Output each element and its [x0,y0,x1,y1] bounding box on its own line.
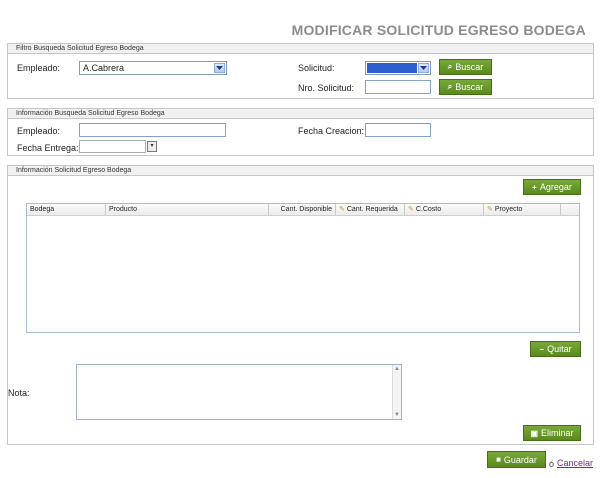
col-cant-disponible[interactable]: Cant. Disponible [269,204,336,215]
nro-solicitud-input[interactable] [365,80,431,94]
buscar-nro-label: Buscar [455,82,484,92]
buscar-solicitud-label: Buscar [455,62,484,72]
filter-empleado-value: A.Cabrera [83,63,125,73]
filter-empleado-select[interactable]: A.Cabrera [79,61,227,75]
eliminar-label: Eliminar [541,428,574,438]
cancelar-link[interactable]: Cancelar [557,458,593,468]
pencil-icon: ✎ [408,206,414,213]
minus-icon: − [539,344,545,354]
search-icon: ⌕ [447,62,453,71]
filter-panel-header: Filtro Busqueda Solicitud Egreso Bodega [8,44,593,54]
items-grid: Bodega Producto Cant. Disponible ✎ Cant.… [26,203,580,333]
fecha-entrega-input[interactable] [79,140,146,153]
trash-icon: ▣ [530,428,539,438]
or-text: ó [549,459,555,469]
nota-textarea[interactable]: ▲ ▼ [76,364,402,420]
scroll-up-icon[interactable]: ▲ [393,365,401,373]
search-icon: ⌕ [447,82,453,91]
nota-scrollbar[interactable]: ▲ ▼ [392,365,401,419]
col-ccosto[interactable]: ✎ C.Costo [405,204,484,215]
quitar-button[interactable]: − Quitar [530,341,581,357]
info-panel-header: Información Busqueda Solicitud Egreso Bo… [8,109,593,119]
filter-nro-label: Nro. Solicitud: [298,83,355,93]
buscar-solicitud-button[interactable]: ⌕ Buscar [439,59,492,75]
grid-header: Bodega Producto Cant. Disponible ✎ Cant.… [27,204,579,216]
filter-solicitud-select[interactable] [365,61,431,75]
fecha-creacion-label: Fecha Creacion: [298,126,365,136]
agregar-label: Agregar [539,182,572,192]
plus-icon: + [532,182,537,192]
col-cant-requerida[interactable]: ✎ Cant. Requerida [336,204,405,215]
scroll-down-icon[interactable]: ▼ [393,411,401,419]
detail-panel-header: Información Solicitud Egreso Bodega [8,166,593,176]
col-spacer [561,204,579,215]
filter-empleado-label: Empleado: [17,63,61,73]
guardar-button[interactable]: ■ Guardar [487,451,546,468]
info-empleado-label: Empleado: [17,126,61,136]
chevron-down-icon[interactable] [418,63,429,73]
nota-label: Nota: [8,388,30,398]
save-icon: ■ [496,455,501,464]
info-empleado-input[interactable] [79,123,226,137]
fecha-entrega-label: Fecha Entrega: [17,143,79,153]
solicitud-selected-highlight [367,63,417,73]
col-bodega[interactable]: Bodega [27,204,106,215]
pencil-icon: ✎ [487,206,493,213]
eliminar-button[interactable]: ▣ Eliminar [523,425,581,441]
col-producto[interactable]: Producto [106,204,269,215]
buscar-nro-button[interactable]: ⌕ Buscar [439,79,492,95]
page-title: MODIFICAR SOLICITUD EGRESO BODEGA [291,22,586,38]
agregar-button[interactable]: + Agregar [523,179,581,195]
calendar-icon[interactable]: ▾ [147,141,157,152]
guardar-label: Guardar [503,454,537,465]
quitar-label: Quitar [547,344,572,354]
col-proyecto[interactable]: ✎ Proyecto [484,204,561,215]
filter-solicitud-label: Solicitud: [298,63,335,73]
chevron-down-icon[interactable] [214,63,225,73]
pencil-icon: ✎ [339,206,345,213]
fecha-creacion-input[interactable] [365,123,431,137]
